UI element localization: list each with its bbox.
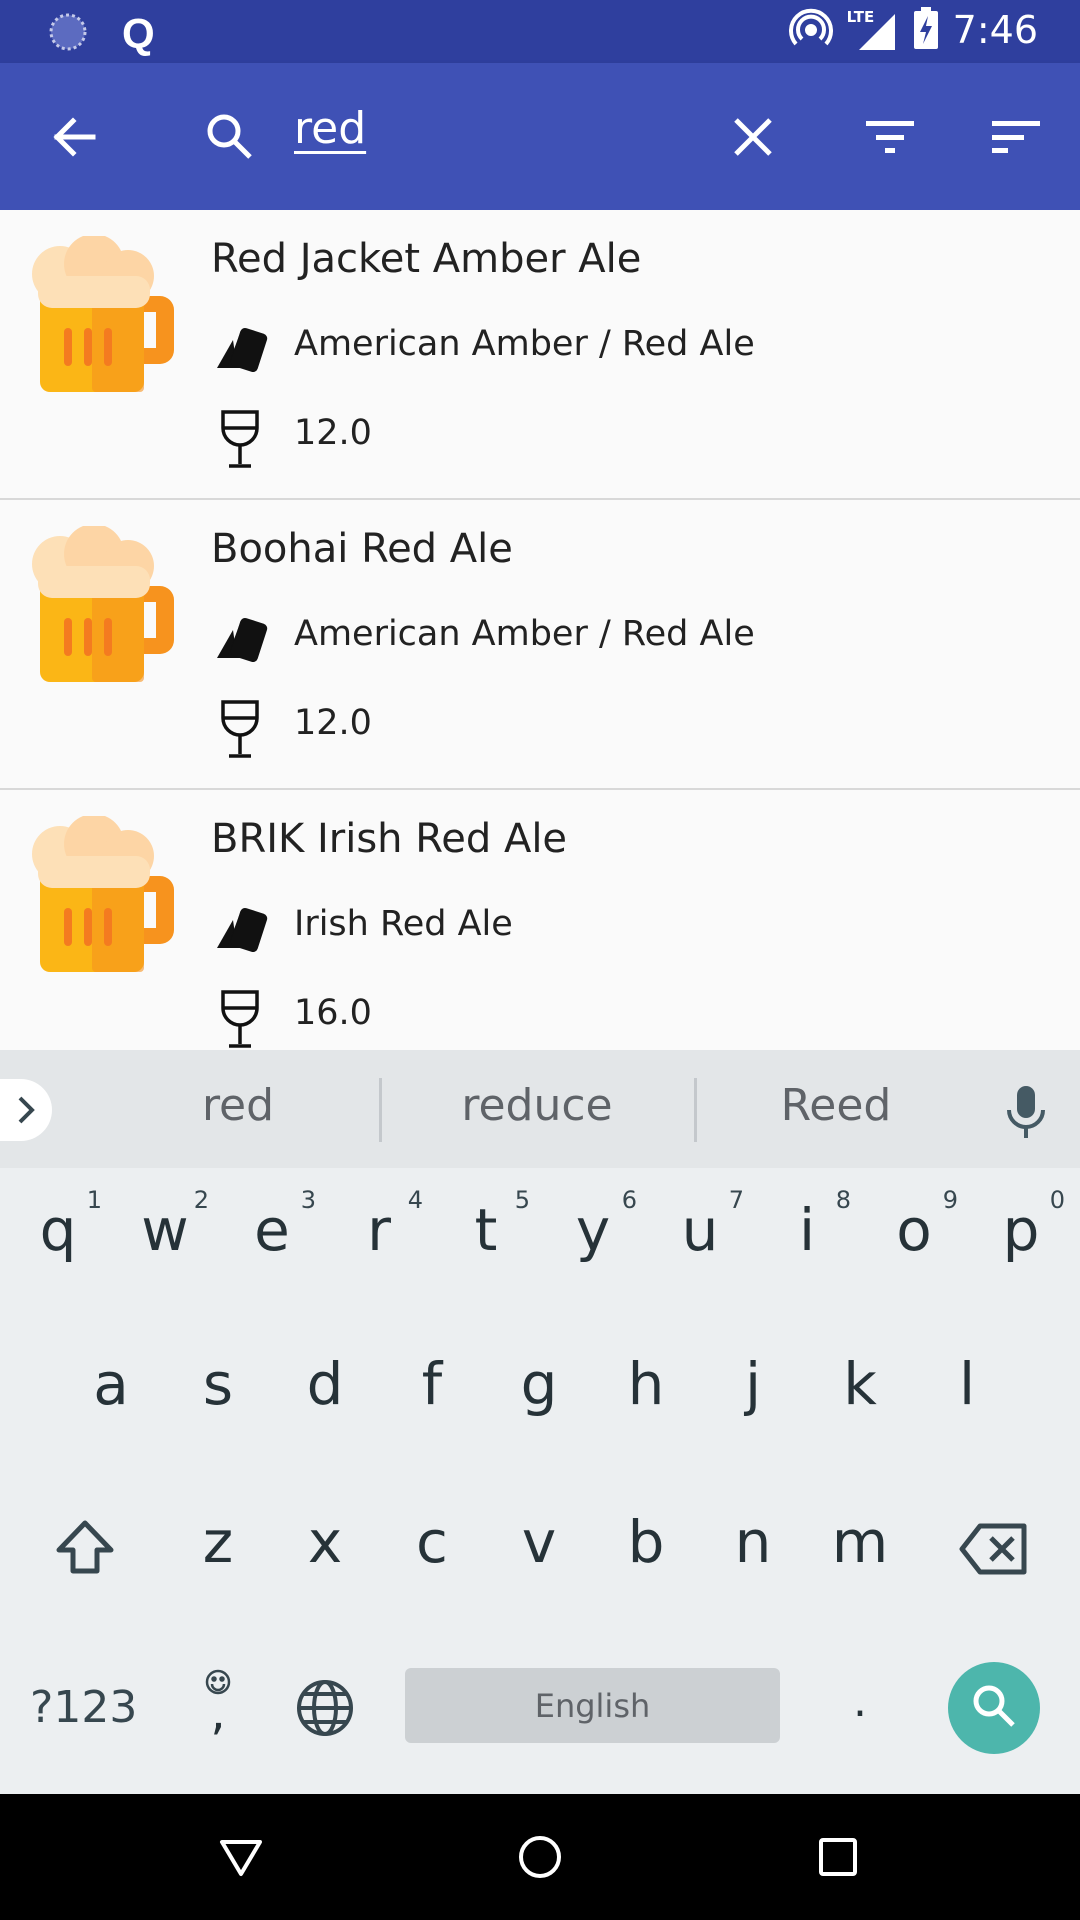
key-s[interactable]: s (168, 1350, 268, 1418)
key-j[interactable]: j (703, 1350, 803, 1418)
key-h[interactable]: h (596, 1350, 696, 1418)
abv-glass-icon (211, 986, 271, 1048)
key-f[interactable]: f (382, 1350, 482, 1418)
beer-style-icon (211, 608, 271, 668)
key-q[interactable]: 1q (8, 1186, 108, 1264)
beer-style: Irish Red Ale (294, 904, 513, 944)
soft-keyboard: red reduce Reed 1q 2w 3e 4r 5t 6y 7u 8i … (0, 1050, 1080, 1794)
key-u[interactable]: 7u (650, 1186, 750, 1264)
key-o[interactable]: 9o (864, 1186, 964, 1264)
sync-icon (48, 12, 88, 56)
key-c[interactable]: c (382, 1508, 482, 1576)
key-e[interactable]: 3e (222, 1186, 322, 1264)
beer-style-icon (211, 318, 271, 378)
key-d[interactable]: d (275, 1350, 375, 1418)
list-item[interactable]: BRIK Irish Red Ale Irish Red Ale 16.0 (0, 790, 1080, 1050)
app-notification-icon: Q (122, 10, 155, 57)
system-navigation-bar (0, 1794, 1080, 1920)
key-t[interactable]: 5t (436, 1186, 536, 1264)
search-icon (970, 1682, 1018, 1734)
key-z[interactable]: z (168, 1508, 268, 1576)
beer-style: American Amber / Red Ale (294, 614, 755, 654)
suggestion-divider (379, 1078, 382, 1142)
beer-mug-icon (30, 814, 182, 976)
key-n[interactable]: n (703, 1508, 803, 1576)
beer-name: Red Jacket Amber Ale (211, 236, 642, 282)
home-circle-icon[interactable] (505, 1824, 575, 1890)
list-item[interactable]: Red Jacket Amber Ale American Amber / Re… (0, 210, 1080, 500)
suggestion-2[interactable]: reduce (407, 1080, 667, 1131)
beer-abv: 12.0 (294, 703, 372, 743)
beer-abv: 16.0 (294, 993, 372, 1033)
symbols-key[interactable]: ?123 (30, 1682, 137, 1733)
beer-mug-icon (30, 234, 182, 396)
beer-style: American Amber / Red Ale (294, 324, 755, 364)
key-w[interactable]: 2w (115, 1186, 215, 1264)
key-x[interactable]: x (275, 1508, 375, 1576)
expand-suggestions-chevron-icon[interactable] (0, 1079, 52, 1141)
shift-arrow-icon (54, 1520, 116, 1580)
beer-style-icon (211, 898, 271, 958)
period-key[interactable]: . (810, 1676, 910, 1727)
lte-signal-icon: LTE (847, 8, 899, 52)
key-m[interactable]: m (810, 1508, 910, 1576)
key-b[interactable]: b (596, 1508, 696, 1576)
microphone-icon[interactable] (1003, 1084, 1049, 1144)
clear-search-icon[interactable] (725, 109, 781, 165)
status-bar: Q LTE 7:46 (0, 0, 1080, 63)
back-triangle-icon[interactable] (206, 1824, 276, 1890)
hotspot-icon (788, 6, 833, 54)
abv-glass-icon (211, 696, 271, 758)
key-y[interactable]: 6y (543, 1186, 643, 1264)
key-g[interactable]: g (489, 1350, 589, 1418)
sort-icon[interactable] (988, 109, 1044, 165)
comma-emoji-key[interactable]: , (168, 1668, 268, 1748)
keyboard-search-button[interactable] (948, 1662, 1040, 1754)
globe-icon (295, 1680, 355, 1742)
shift-key[interactable] (35, 1518, 135, 1598)
clock: 7:46 (952, 8, 1038, 52)
abv-glass-icon (211, 406, 271, 468)
key-p[interactable]: 0p (971, 1186, 1071, 1264)
backspace-icon (958, 1523, 1030, 1580)
beer-name: Boohai Red Ale (211, 526, 513, 572)
suggestion-1[interactable]: red (108, 1080, 368, 1131)
key-v[interactable]: v (489, 1508, 589, 1576)
suggestion-divider (694, 1078, 697, 1142)
filter-icon[interactable] (862, 109, 918, 165)
backspace-key[interactable] (944, 1522, 1044, 1580)
beer-abv: 12.0 (294, 413, 372, 453)
search-input[interactable]: red (294, 103, 366, 154)
key-k[interactable]: k (810, 1350, 910, 1418)
key-l[interactable]: l (917, 1350, 1017, 1418)
list-item[interactable]: Boohai Red Ale American Amber / Red Ale … (0, 500, 1080, 790)
key-i[interactable]: 8i (757, 1186, 857, 1264)
search-icon (202, 109, 258, 165)
key-r[interactable]: 4r (329, 1186, 429, 1264)
beer-mug-icon (30, 524, 182, 686)
beer-name: BRIK Irish Red Ale (211, 816, 568, 862)
suggestion-strip: red reduce Reed (0, 1050, 1080, 1168)
suggestion-3[interactable]: Reed (706, 1080, 966, 1131)
search-app-bar: red (0, 63, 1080, 210)
beer-list: Red Jacket Amber Ale American Amber / Re… (0, 210, 1080, 1050)
recents-square-icon[interactable] (803, 1824, 873, 1890)
battery-charging-icon (913, 6, 939, 54)
back-arrow-icon[interactable] (46, 109, 102, 165)
space-bar[interactable]: English (405, 1668, 780, 1743)
key-a[interactable]: a (61, 1350, 161, 1418)
language-globe-key[interactable] (275, 1678, 375, 1742)
